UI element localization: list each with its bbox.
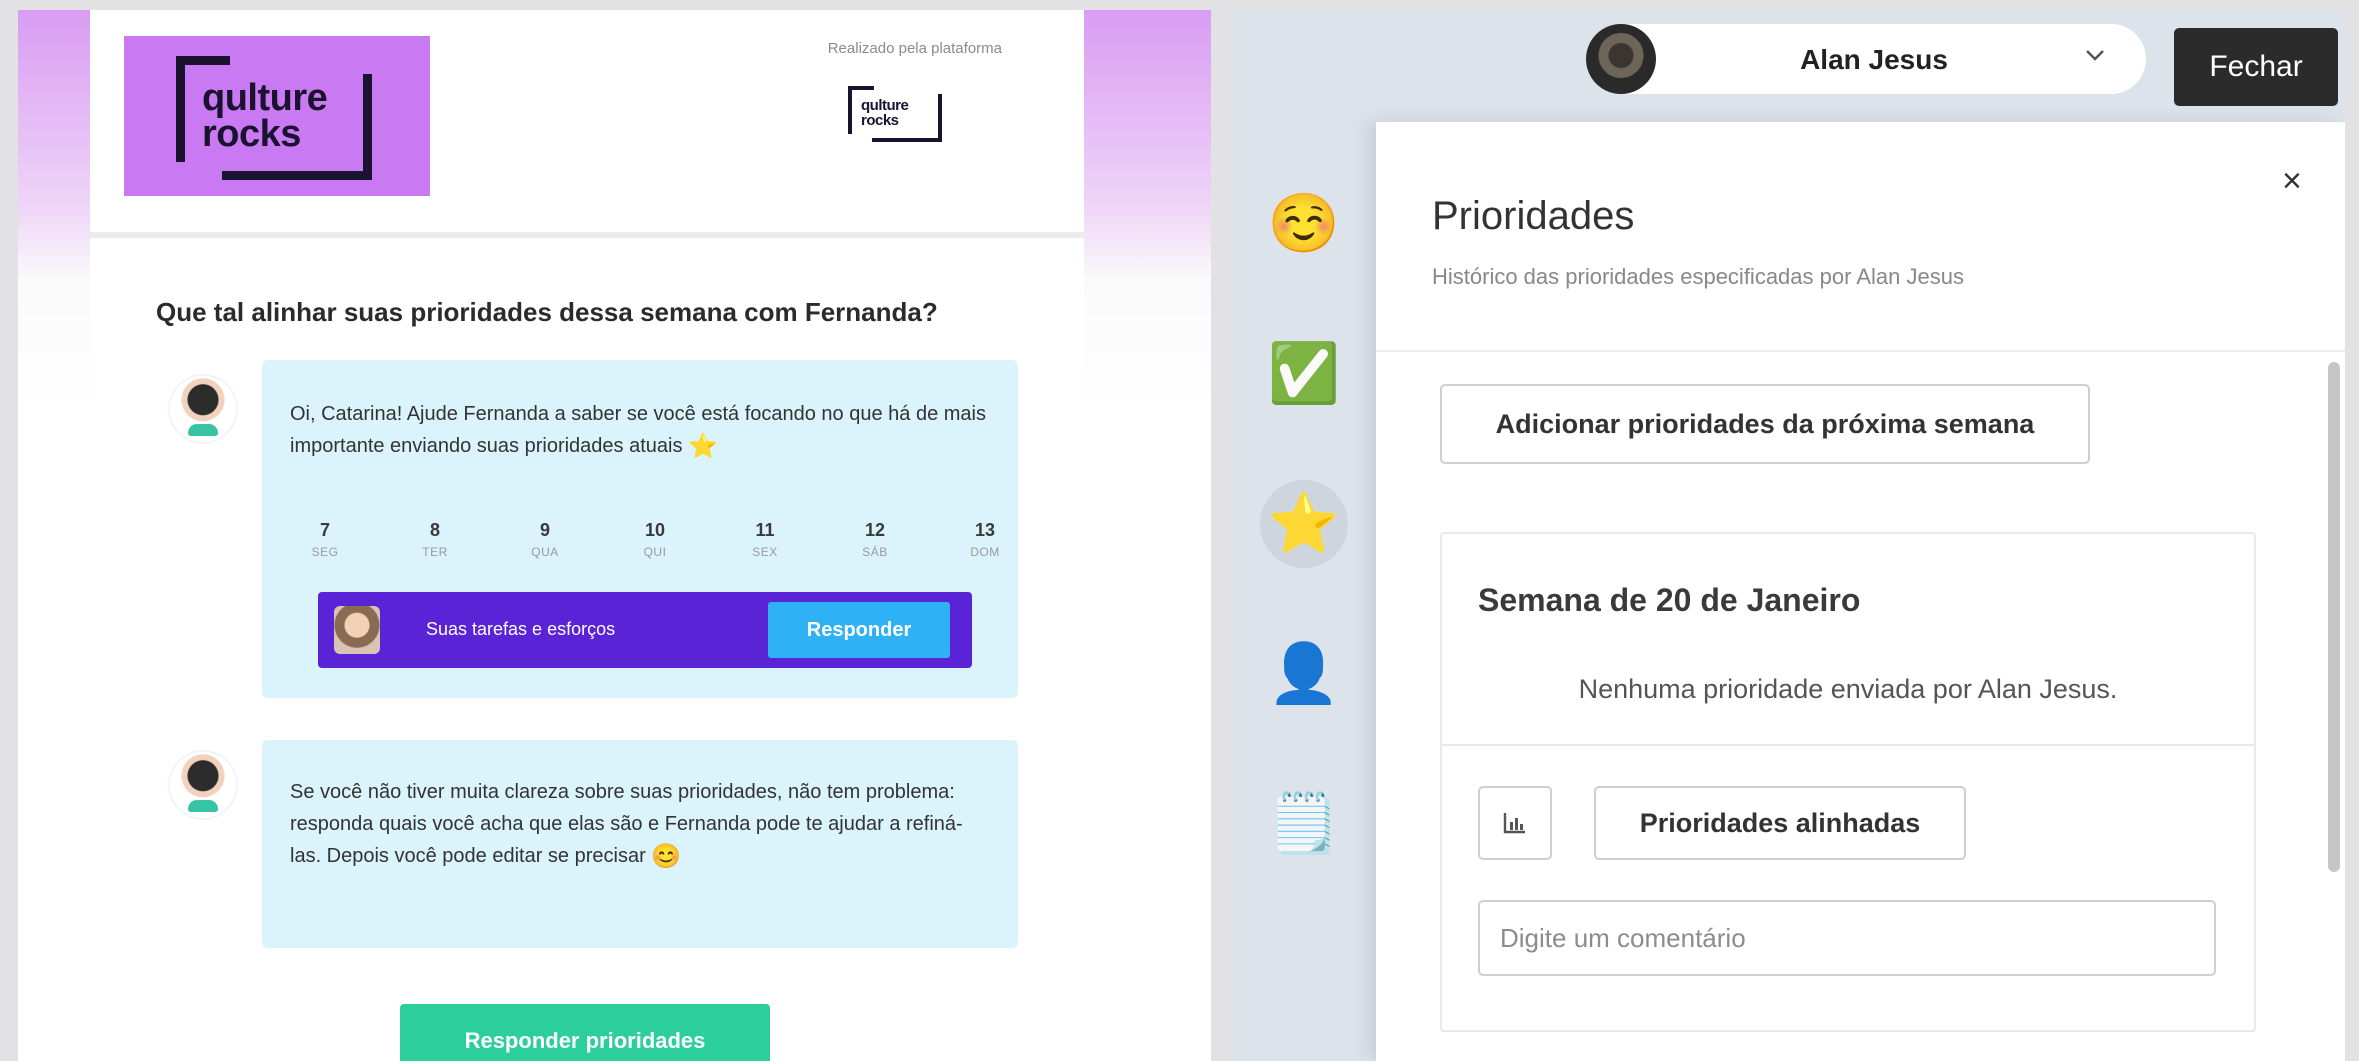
divider [1442, 744, 2254, 746]
close-button[interactable]: Fechar [2174, 28, 2338, 106]
sender-avatar-icon [170, 376, 236, 442]
smile-emoji-icon: 😊 [651, 843, 682, 870]
day-label: QUA [531, 545, 559, 559]
week-days-row: 7 SEG 8 TER 9 QUA 10 QUI 11 SEX 12 SÁB 13 DOM [290, 520, 1020, 576]
message-1-text: Oi, Catarina! Ajude Fernanda a saber se … [290, 403, 986, 457]
message-bubble-1: Oi, Catarina! Ajude Fernanda a saber se … [262, 360, 1018, 698]
message-2: Se você não tiver muita clareza sobre su… [290, 776, 990, 873]
mini-logo-line-2: rocks [861, 112, 899, 129]
task-respond-button[interactable]: Responder [768, 602, 950, 658]
email-question: Que tal alinhar suas prioridades dessa s… [156, 297, 938, 327]
aligned-priorities-button[interactable]: Prioridades alinhadas [1594, 786, 1966, 860]
day-number: 13 [974, 520, 996, 540]
task-bar: Suas tarefas e esforços Responder [318, 592, 972, 668]
message-1: Oi, Catarina! Ajude Fernanda a saber se … [290, 398, 990, 463]
drawer-header: Prioridades Histórico das prioridades es… [1376, 122, 2345, 352]
message-bubble-2: Se você não tiver muita clareza sobre su… [262, 740, 1018, 948]
smiling-face-icon[interactable]: ☺️ [1260, 180, 1348, 268]
empty-message: Nenhuma prioridade enviada por Alan Jesu… [1578, 674, 2118, 704]
logo-text: qulture rocks [202, 79, 328, 155]
week-card: Semana de 20 de Janeiro Nenhuma priorida… [1440, 532, 2256, 1032]
bar-chart-icon [1503, 813, 1525, 834]
user-name: Alan Jesus [1800, 44, 1948, 75]
day-label: SEX [752, 545, 778, 559]
day-label: SÁB [862, 545, 888, 559]
chevron-down-icon [2082, 42, 2108, 75]
scrollbar[interactable] [2328, 362, 2340, 872]
day-number: 8 [429, 520, 440, 540]
logo-line-2: rocks [202, 113, 301, 155]
email-header: qulture rocks Realizado pela plataforma … [90, 10, 1084, 238]
day-number: 11 [755, 520, 775, 540]
chart-button[interactable] [1478, 786, 1552, 860]
user-selector[interactable]: Alan Jesus [1586, 24, 2146, 94]
email-preview: qulture rocks Realizado pela plataforma … [18, 10, 1211, 1061]
side-rail: ☺️ ✅ ⭐ 👤 🗒️ [1234, 120, 1374, 1061]
app-panel: Alan Jesus Fechar ☺️ ✅ ⭐ 👤 🗒️ Prioridade… [1234, 10, 2345, 1061]
day-number: 7 [319, 520, 330, 540]
day-number: 12 [864, 520, 886, 540]
task-label: Suas tarefas e esforços [426, 619, 616, 639]
priorities-drawer: Prioridades Histórico das prioridades es… [1376, 122, 2345, 1061]
day-column: 10 QUI [620, 520, 690, 576]
comment-input[interactable] [1478, 900, 2216, 976]
task-avatar [334, 606, 380, 654]
notepad-icon[interactable]: 🗒️ [1260, 780, 1348, 868]
sender-avatar-icon [170, 752, 236, 818]
mini-logo-text: qulture rocks [861, 98, 909, 129]
day-label: DOM [970, 545, 1000, 559]
day-number: 9 [539, 520, 550, 540]
day-column: 8 TER [400, 520, 470, 576]
week-title: Semana de 20 de Janeiro [1478, 582, 1861, 618]
check-mark-button-icon[interactable]: ✅ [1260, 330, 1348, 418]
day-label: TER [422, 545, 448, 559]
day-column: 9 QUA [510, 520, 580, 576]
add-next-week-button[interactable]: Adicionar prioridades da próxima semana [1440, 384, 2090, 464]
platform-logo: qulture rocks [848, 86, 942, 142]
star-emoji-icon: ⭐ [688, 433, 718, 460]
day-label: SEG [311, 545, 339, 559]
day-number: 10 [644, 520, 666, 540]
logo-frame: qulture rocks [176, 56, 372, 180]
day-column: 13 DOM [950, 520, 1020, 576]
user-silhouette-icon[interactable]: 👤 [1260, 630, 1348, 718]
platform-caption: Realizado pela plataforma [827, 40, 1002, 57]
day-column: 11 SEX [730, 520, 800, 576]
day-column: 12 SÁB [840, 520, 910, 576]
user-avatar [1586, 24, 1656, 94]
close-icon[interactable]: × [2282, 162, 2302, 201]
brand-logo: qulture rocks [124, 36, 430, 196]
drawer-subtitle: Histórico das prioridades especificadas … [1432, 264, 1964, 289]
day-label: QUI [643, 545, 667, 559]
day-column: 7 SEG [290, 520, 360, 576]
message-2-text: Se você não tiver muita clareza sobre su… [290, 781, 963, 867]
drawer-title: Prioridades [1432, 194, 1635, 238]
email-card: qulture rocks Realizado pela plataforma … [90, 10, 1084, 1061]
respond-priorities-button[interactable]: Responder prioridades [400, 1004, 770, 1061]
star-icon[interactable]: ⭐ [1260, 480, 1348, 568]
